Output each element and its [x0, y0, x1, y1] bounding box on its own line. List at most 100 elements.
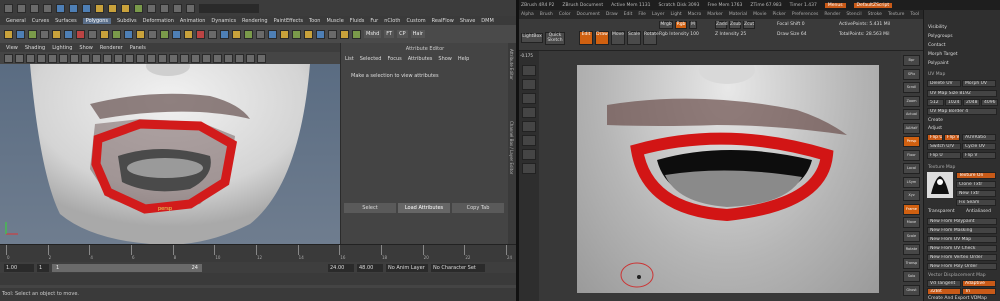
menu-layer[interactable]: Layer — [652, 12, 665, 17]
shelf-tab-dynamics[interactable]: Dynamics — [211, 18, 236, 24]
subtool-polypaint[interactable]: Polypaint — [928, 61, 949, 66]
new-texture-button[interactable]: New Txtr — [956, 190, 996, 197]
viewport-tool-icon[interactable] — [191, 53, 200, 63]
viewport-tool-icon[interactable] — [15, 53, 24, 63]
snap-curve-icon[interactable] — [121, 3, 130, 13]
viewport-tool-icon[interactable] — [81, 53, 90, 63]
viewport-menu-view[interactable]: View — [6, 45, 18, 51]
shelf-tool-icon[interactable] — [52, 29, 61, 39]
transparent-toggle[interactable]: Transparent — [928, 209, 955, 214]
rotate-button[interactable]: Rotate — [643, 31, 659, 45]
right-tool-ghost[interactable]: Ghost — [903, 284, 920, 296]
right-tool-rotate[interactable]: Rotate — [903, 244, 920, 255]
viewport-menu-show[interactable]: Show — [79, 45, 93, 51]
left-shelf-icon[interactable] — [522, 163, 536, 174]
uv-size-4096[interactable]: 4096 — [981, 99, 998, 106]
zcut-button[interactable]: Zcut — [743, 21, 755, 29]
time-slider[interactable]: 0 2 4 6 8 10 12 14 16 18 20 22 24 — [0, 244, 516, 262]
character-set-select[interactable]: No Character Set — [431, 263, 485, 272]
open-icon[interactable] — [30, 3, 39, 13]
left-shelf-icon[interactable] — [522, 121, 536, 132]
vd-tangent-button[interactable]: Vd Tangent — [927, 280, 961, 287]
save-icon[interactable] — [43, 3, 52, 13]
z-intensity-slider[interactable]: Z Intensity 25 — [715, 32, 746, 37]
left-shelf-icon[interactable] — [522, 149, 536, 160]
right-tool-scroll[interactable]: Scroll — [903, 82, 920, 93]
shelf-tool-icon[interactable] — [136, 29, 145, 39]
right-tool-local[interactable]: Local — [903, 163, 920, 174]
menu-brush[interactable]: Brush — [540, 12, 553, 17]
max-time-field[interactable]: 48.00 — [357, 263, 383, 272]
shelf-tool-icon[interactable] — [148, 29, 157, 39]
document-area[interactable] — [577, 65, 879, 293]
shelf-tool-icon[interactable] — [196, 29, 205, 39]
attr-select-button[interactable]: Select — [344, 203, 396, 213]
mrgb-button[interactable]: Mrgb — [659, 21, 673, 29]
viewport-tool-icon[interactable] — [246, 53, 255, 63]
shelf-tab-general[interactable]: General — [6, 18, 26, 24]
viewport-tool-icon[interactable] — [224, 53, 233, 63]
rgb-intensity-slider[interactable]: Rgb Intensity 100 — [659, 32, 699, 37]
cycle-uv-button[interactable]: Cycle UV — [962, 143, 996, 150]
shelf-tool-icon[interactable] — [76, 29, 85, 39]
vd-adaptive-button[interactable]: Adaptive — [962, 280, 996, 287]
attr-menu-list[interactable]: List — [345, 56, 354, 62]
flip-v-2-button[interactable]: Flip V — [962, 152, 996, 159]
shelf-tool-icon[interactable] — [100, 29, 109, 39]
shelf-tool-icon[interactable] — [268, 29, 277, 39]
attr-load-attributes-button[interactable]: Load Attributes — [398, 203, 450, 213]
right-tool-move[interactable]: Move — [903, 217, 920, 228]
menu-stroke[interactable]: Stroke — [868, 12, 882, 17]
subtool-contact[interactable]: Contact — [928, 43, 946, 48]
shelf-tab-fluids[interactable]: Fluids — [350, 18, 365, 24]
shelf-tool-icon[interactable] — [340, 29, 349, 39]
shelf-tool-icon[interactable] — [88, 29, 97, 39]
playback-start-field[interactable]: 1 — [37, 263, 49, 272]
left-shelf-icon[interactable] — [522, 93, 536, 104]
select-component-icon[interactable] — [82, 3, 91, 13]
select-hierarchy-icon[interactable] — [56, 3, 65, 13]
mask-icon[interactable] — [95, 3, 104, 13]
menu-marker[interactable]: Marker — [707, 12, 723, 17]
uv-create-section[interactable]: Create — [928, 118, 943, 123]
menu-edit[interactable]: Edit — [624, 12, 633, 17]
shelf-tab-subdivs[interactable]: Subdivs — [117, 18, 137, 24]
left-shelf-icon[interactable] — [522, 135, 536, 146]
shelf-label-ft[interactable]: FT — [384, 30, 395, 38]
subtool-visibility[interactable]: Visibility — [928, 25, 947, 30]
fix-seam-button[interactable]: Fix Seam — [956, 199, 996, 206]
left-shelf-icon[interactable] — [522, 65, 536, 76]
attr-menu-selected[interactable]: Selected — [360, 56, 382, 62]
viewport-menu-lighting[interactable]: Lighting — [52, 45, 72, 51]
new-from-vertex-order-button[interactable]: New From Vertex Order — [927, 254, 997, 261]
right-tool-scale[interactable]: Scale — [903, 230, 920, 242]
attr-menu-help[interactable]: Help — [458, 56, 469, 62]
switch-uv-button[interactable]: Switch U/V — [927, 143, 961, 150]
viewport-tool-icon[interactable] — [114, 53, 123, 63]
tab-channel-box[interactable]: Channel Box / Layer Editor — [509, 121, 514, 174]
viewport-tool-icon[interactable] — [257, 53, 266, 63]
shelf-tab-dmm[interactable]: DMM — [481, 18, 493, 24]
shelf-tool-icon[interactable] — [4, 29, 13, 39]
shelf-tab-toon[interactable]: Toon — [309, 18, 321, 24]
viewport-tool-icon[interactable] — [48, 53, 57, 63]
attr-menu-show[interactable]: Show — [438, 56, 452, 62]
viewport-tool-icon[interactable] — [235, 53, 244, 63]
right-tool-spix[interactable]: SPix — [903, 68, 920, 80]
title-button-0[interactable]: Menus — [824, 2, 846, 8]
shelf-tool-icon[interactable] — [328, 29, 337, 39]
shelf-tab-curves[interactable]: Curves — [32, 18, 49, 24]
right-tool-xyz[interactable]: Xyz — [903, 190, 920, 201]
range-bar[interactable]: 1 24 — [52, 263, 202, 272]
shelf-tool-icon[interactable] — [184, 29, 193, 39]
mode-icon[interactable] — [4, 3, 13, 13]
texture-thumbnail[interactable] — [927, 172, 953, 198]
flip-u-2-button[interactable]: Flip U — [927, 152, 961, 159]
select-object-icon[interactable] — [69, 3, 78, 13]
viewport-tool-icon[interactable] — [37, 53, 46, 63]
viewport-tool-icon[interactable] — [125, 53, 134, 63]
shelf-tool-icon[interactable] — [232, 29, 241, 39]
shelf-tool-icon[interactable] — [16, 29, 25, 39]
perspective-viewport[interactable]: persp — [0, 64, 340, 244]
shelf-tab-muscle[interactable]: Muscle — [326, 18, 343, 24]
